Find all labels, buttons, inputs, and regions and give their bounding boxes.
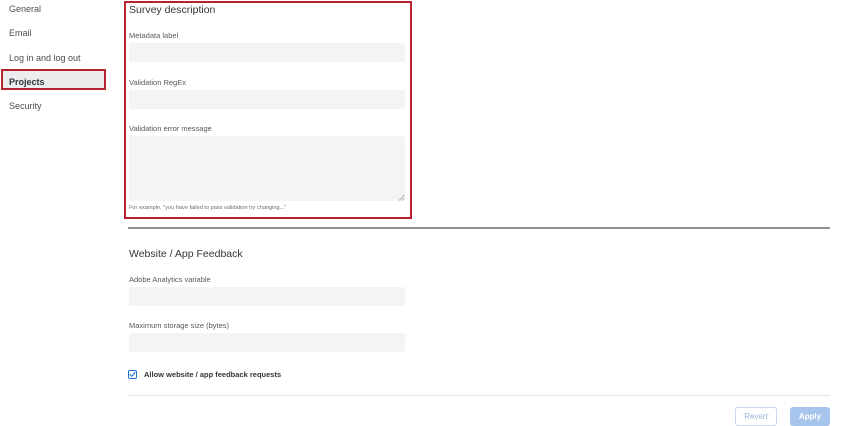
validation-error-message-textarea[interactable] — [129, 136, 405, 201]
metadata-label-input[interactable] — [129, 43, 405, 62]
validation-error-message-label: Validation error message — [129, 124, 212, 133]
website-app-feedback-title: Website / App Feedback — [129, 248, 243, 260]
check-icon — [129, 372, 136, 377]
adobe-analytics-variable-label: Adobe Analytics variable — [129, 275, 211, 284]
footer-divider — [128, 395, 830, 396]
sidebar-item-projects[interactable]: Projects — [9, 76, 45, 88]
revert-button[interactable]: Revert — [735, 407, 777, 426]
section-divider — [128, 227, 830, 229]
sidebar-item-log-in-and-log-out[interactable]: Log in and log out — [9, 52, 81, 64]
sidebar-item-email[interactable]: Email — [9, 27, 32, 39]
survey-description-title: Survey description — [129, 4, 216, 16]
settings-sidebar: General Email Log in and log out Project… — [0, 0, 115, 426]
metadata-label-label: Metadata label — [129, 31, 179, 40]
validation-regex-label: Validation RegEx — [129, 78, 186, 87]
sidebar-item-general[interactable]: General — [9, 3, 41, 15]
adobe-analytics-variable-input[interactable] — [129, 287, 405, 306]
sidebar-item-security[interactable]: Security — [9, 100, 42, 112]
allow-feedback-requests-label[interactable]: Allow website / app feedback requests — [144, 370, 281, 379]
resize-grip-icon[interactable] — [398, 194, 405, 201]
validation-regex-input[interactable] — [129, 90, 405, 109]
maximum-storage-size-label: Maximum storage size (bytes) — [129, 321, 230, 330]
apply-button[interactable]: Apply — [790, 407, 830, 426]
allow-feedback-requests-checkbox[interactable] — [128, 370, 137, 379]
maximum-storage-size-input[interactable] — [129, 333, 405, 352]
validation-error-hint: For example, "you have failed to pass va… — [129, 205, 287, 211]
